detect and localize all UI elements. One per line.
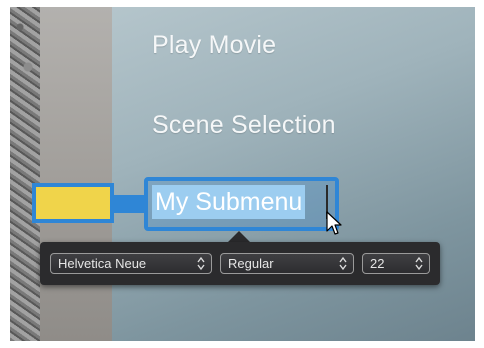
font-style-popup[interactable]: Regular [220, 253, 354, 274]
background-photo [10, 7, 40, 341]
menu-background-panel [40, 7, 112, 341]
menu-preview-canvas[interactable]: Play Movie Scene Selection My Submenu He… [10, 7, 475, 341]
font-size-popup[interactable]: 22 [362, 253, 430, 274]
font-style-value: Regular [228, 256, 274, 271]
menu-item-my-submenu-text[interactable]: My Submenu [152, 185, 306, 219]
button-highlight-swatch[interactable] [32, 183, 114, 223]
up-down-chevron-icon [339, 256, 347, 271]
selection-connector [114, 195, 146, 213]
menu-item-scene-selection[interactable]: Scene Selection [152, 111, 336, 140]
toolbar-pointer [228, 231, 250, 242]
up-down-chevron-icon [415, 256, 423, 271]
font-size-value: 22 [370, 256, 385, 271]
text-format-toolbar: Helvetica Neue Regular 22 [40, 242, 440, 285]
font-family-popup[interactable]: Helvetica Neue [50, 253, 212, 274]
arrow-cursor-icon [326, 211, 342, 235]
font-family-value: Helvetica Neue [58, 256, 147, 271]
up-down-chevron-icon [197, 256, 205, 271]
menu-item-play-movie[interactable]: Play Movie [152, 31, 276, 60]
